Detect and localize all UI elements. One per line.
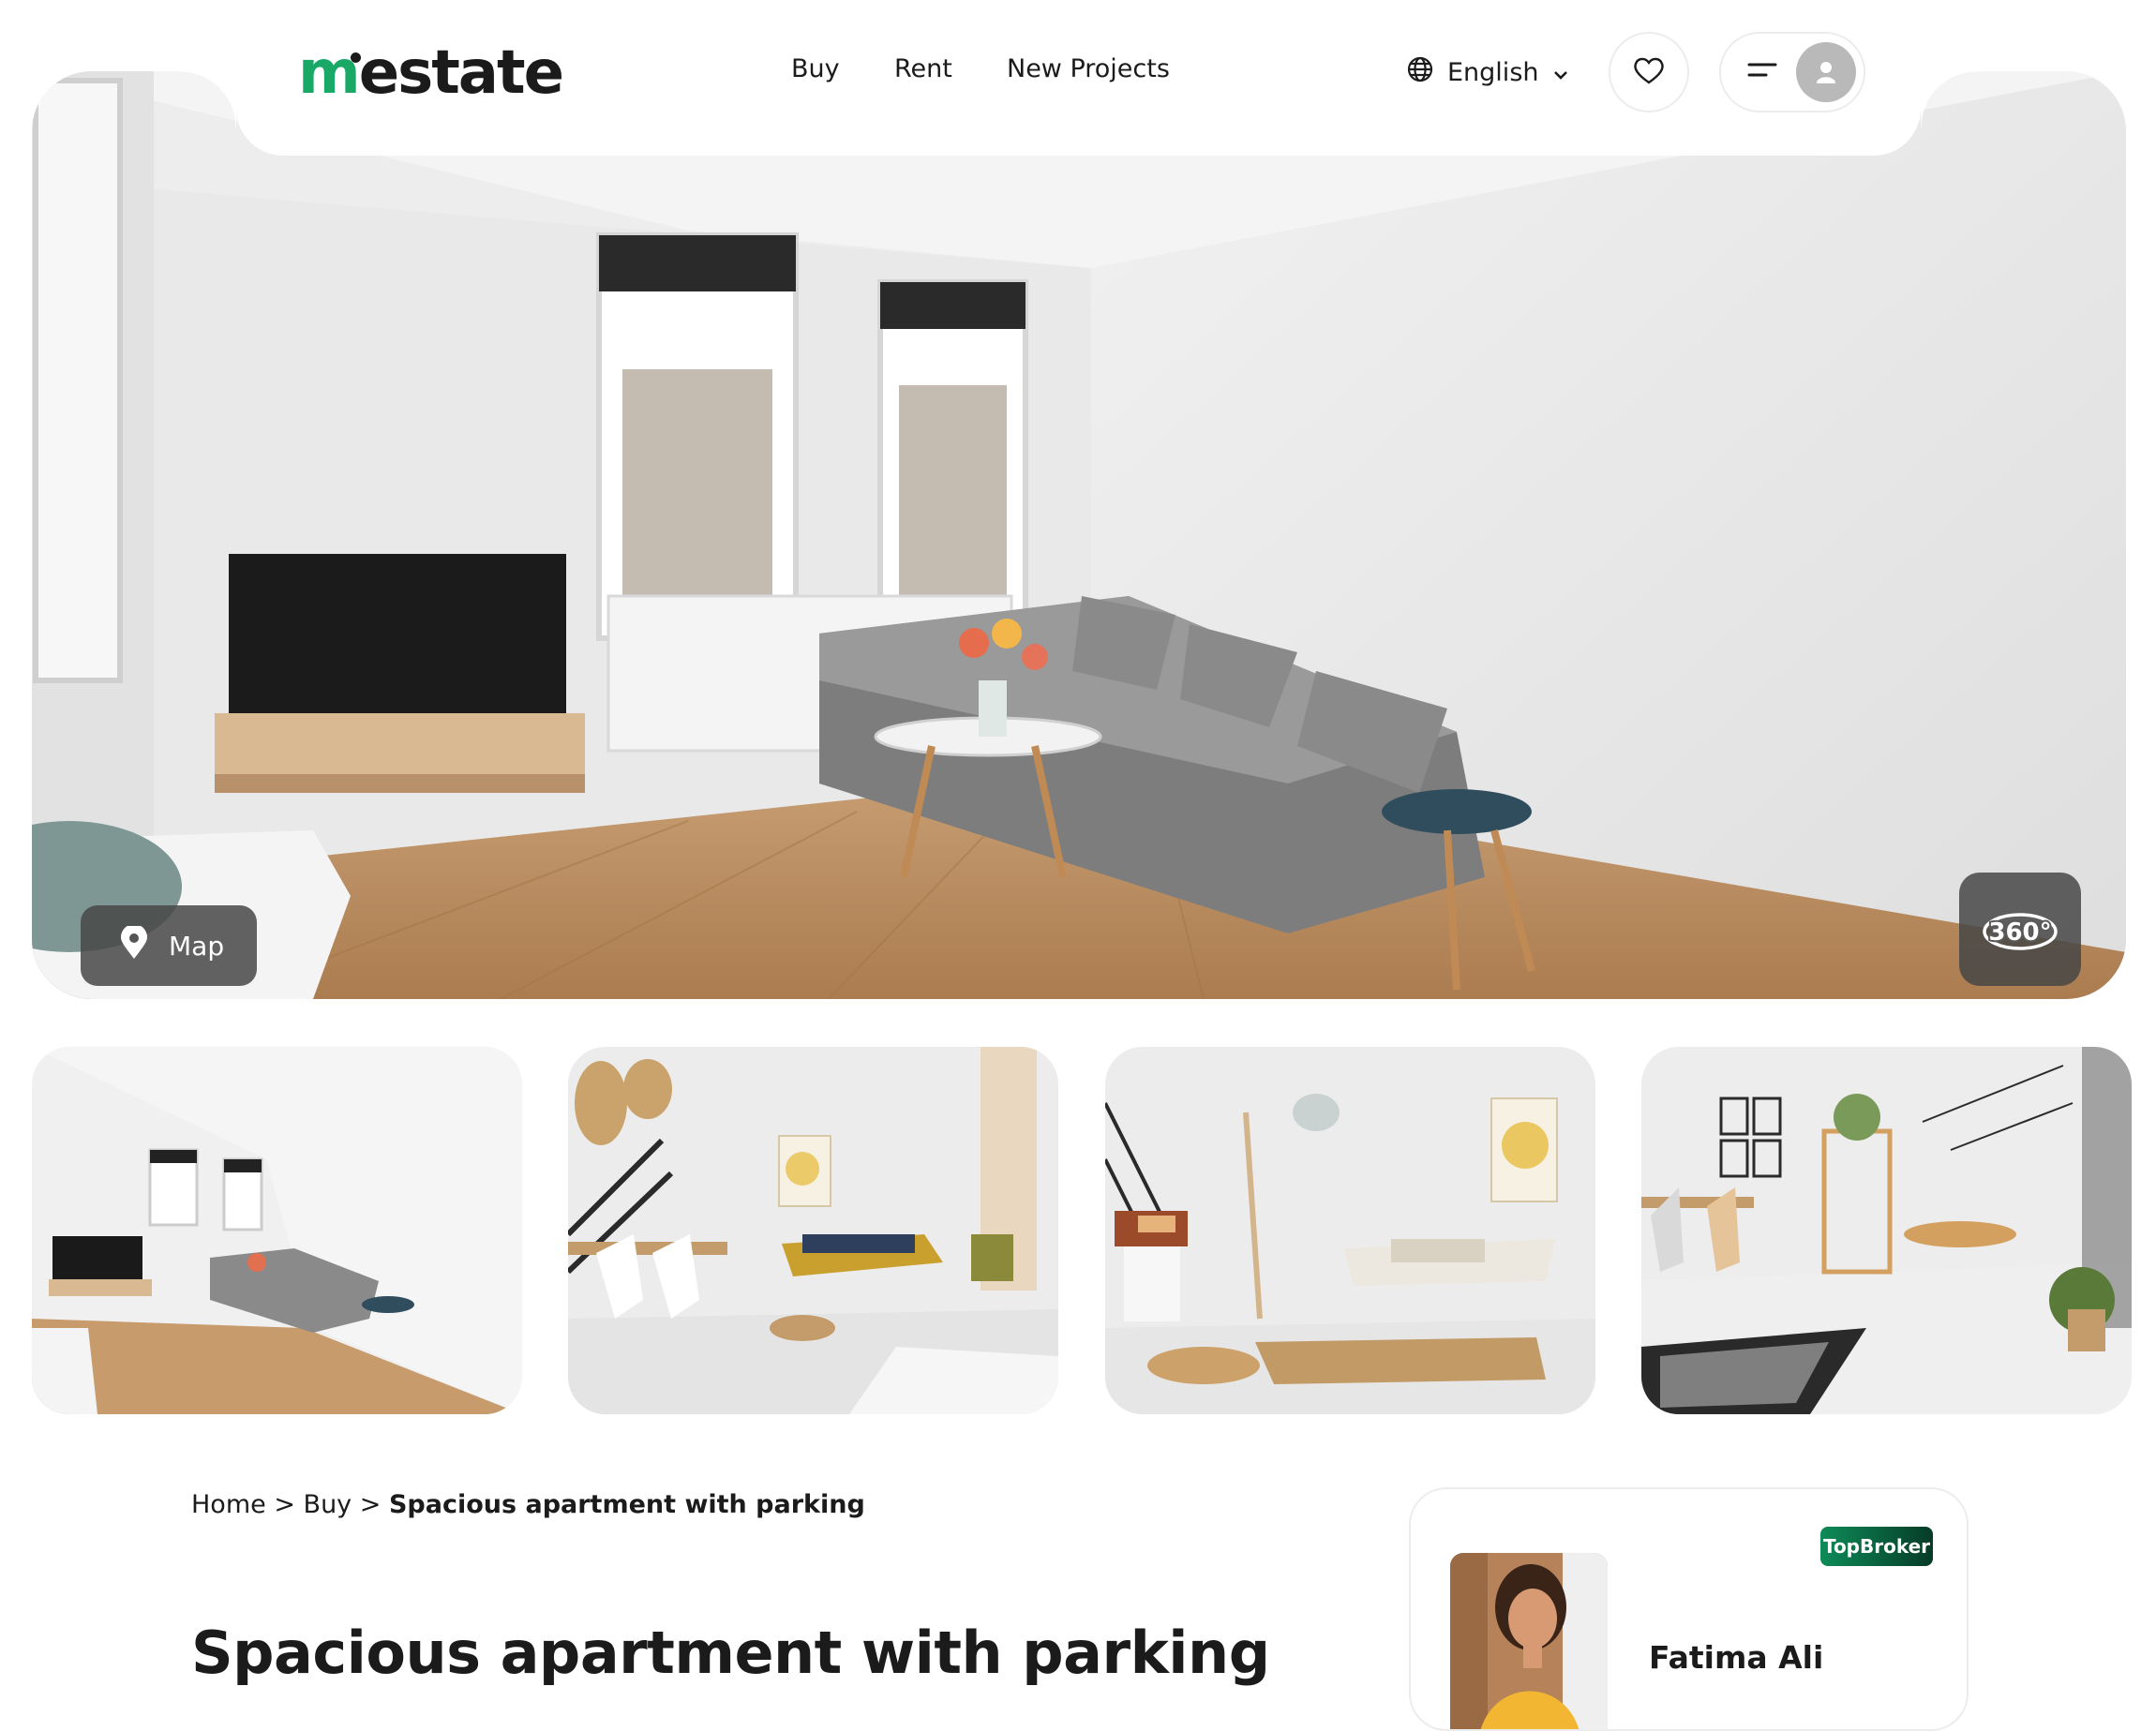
page-title: Spacious apartment with parking — [191, 1619, 1270, 1687]
logo-dot — [351, 52, 361, 63]
agent-name[interactable]: Fatima Ali — [1649, 1639, 1823, 1676]
chevron-down-icon — [1552, 58, 1569, 87]
top-broker-badge: TopBroker — [1820, 1527, 1933, 1566]
language-label: English — [1447, 57, 1539, 87]
nav-new-projects[interactable]: New Projects — [1007, 54, 1170, 83]
heart-icon — [1633, 56, 1665, 88]
favorites-button[interactable] — [1609, 32, 1689, 112]
360-icon: 360° — [1983, 912, 2058, 950]
view-360-button[interactable]: 360° — [1959, 873, 2081, 986]
map-pin-icon — [120, 923, 148, 966]
menu-icon — [1747, 61, 1777, 83]
nav-rent[interactable]: Rent — [894, 54, 952, 83]
account-menu-button[interactable] — [1719, 32, 1865, 112]
breadcrumb: Home > Buy > Spacious apartment with par… — [191, 1490, 865, 1519]
breadcrumb-separator: > — [359, 1490, 382, 1519]
360-label: 360° — [1988, 918, 2051, 947]
gallery-thumbnail[interactable] — [32, 1047, 522, 1414]
hero-photo[interactable] — [32, 71, 2126, 999]
language-selector[interactable]: English — [1406, 51, 1569, 94]
user-avatar-icon — [1796, 42, 1856, 102]
map-button[interactable]: Map — [81, 905, 257, 986]
agent-card[interactable]: TopBroker Fatima Ali — [1409, 1487, 1969, 1731]
breadcrumb-home[interactable]: Home — [191, 1490, 266, 1519]
gallery-thumbnail[interactable] — [1641, 1047, 2132, 1414]
breadcrumb-buy[interactable]: Buy — [304, 1490, 352, 1519]
globe-icon — [1406, 55, 1434, 90]
map-label: Map — [169, 930, 225, 962]
gallery-thumbnail[interactable] — [568, 1047, 1058, 1414]
agent-photo — [1450, 1553, 1608, 1729]
nav-buy[interactable]: Buy — [791, 54, 840, 83]
logo[interactable]: mestate — [298, 36, 564, 111]
breadcrumb-current: Spacious apartment with parking — [388, 1490, 865, 1519]
breadcrumb-separator: > — [274, 1490, 295, 1519]
gallery-thumbnail[interactable] — [1105, 1047, 1595, 1414]
